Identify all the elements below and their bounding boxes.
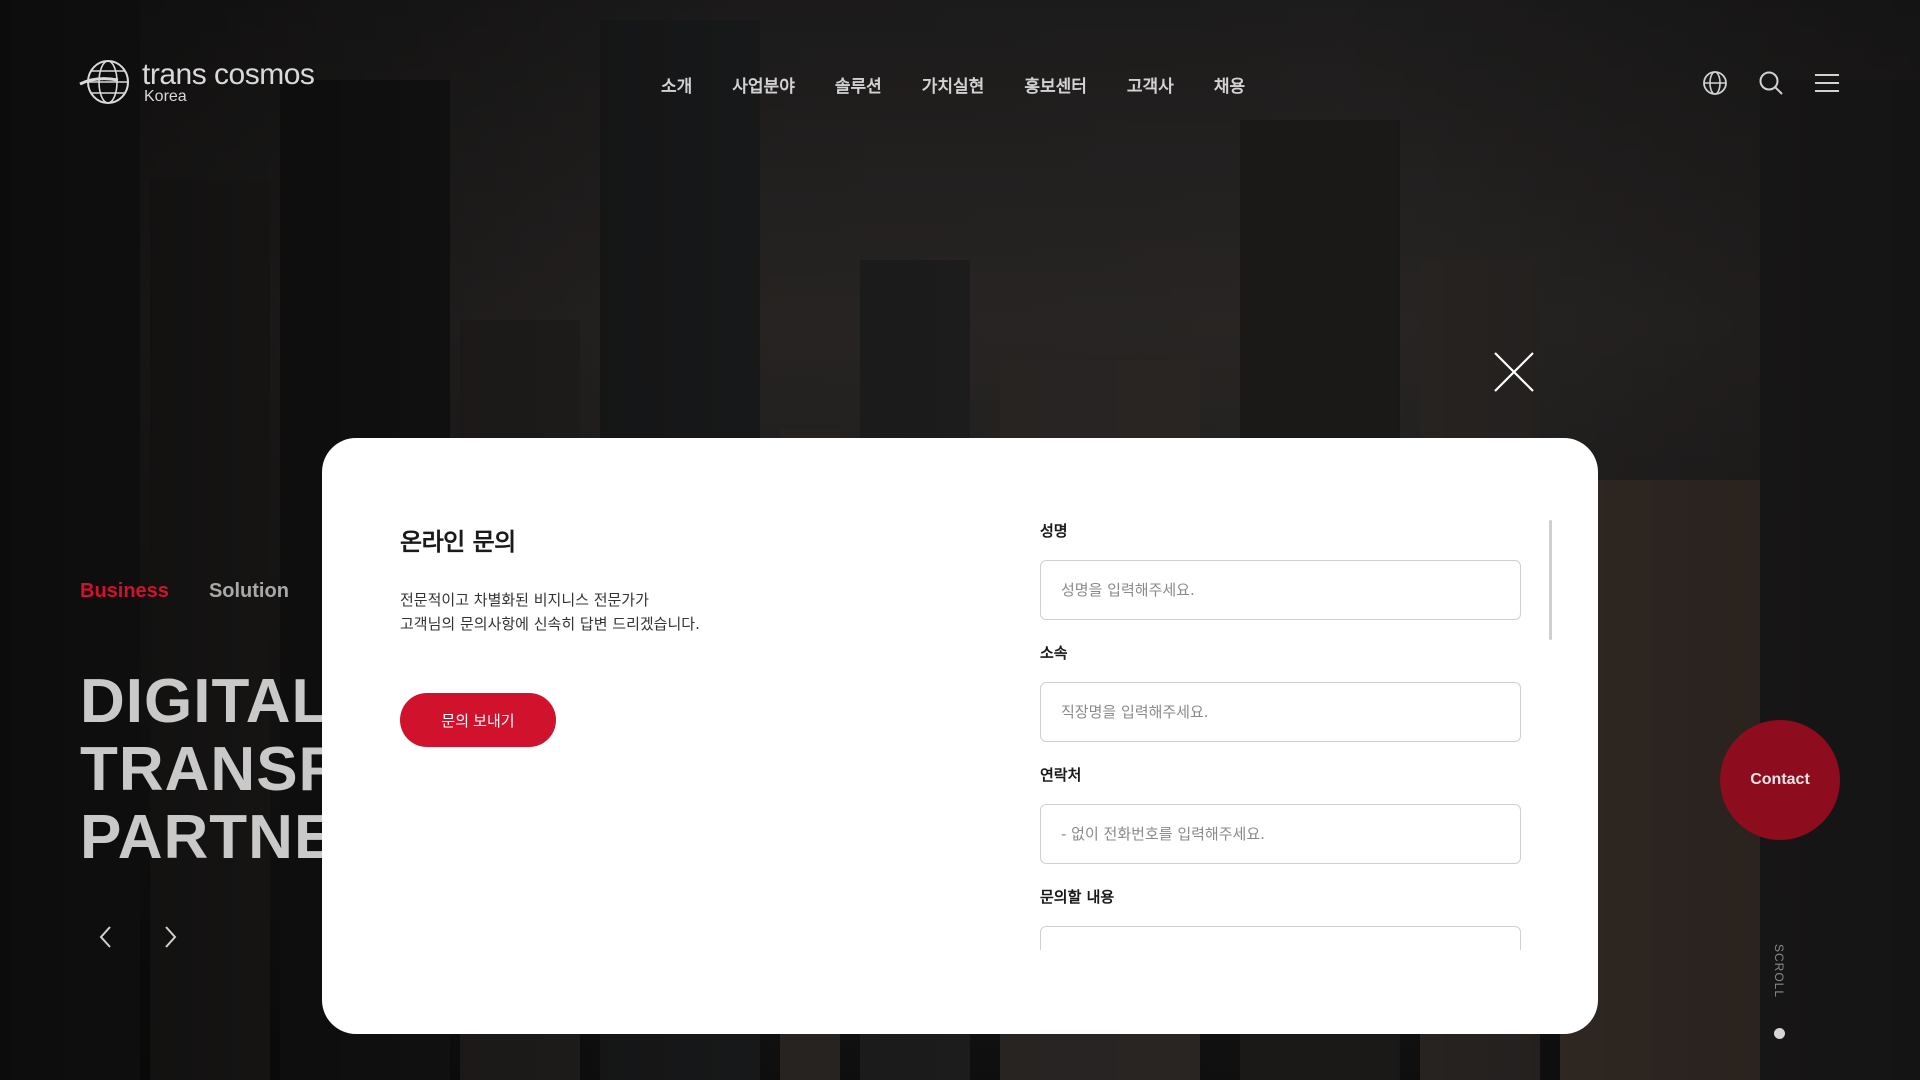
nav-item-solution[interactable]: 솔루션 xyxy=(835,72,882,97)
brand-logo[interactable]: trans cosmos Korea xyxy=(78,57,315,106)
inquiry-content-label: 문의할 내용 xyxy=(1040,888,1115,906)
globe-icon[interactable] xyxy=(1702,70,1728,96)
scroll-indicator-label: SCROLL xyxy=(1772,944,1786,999)
tab-solution[interactable]: Solution xyxy=(209,580,289,603)
hero-title-line: PARTNE xyxy=(80,803,337,872)
nav-item-careers[interactable]: 채용 xyxy=(1214,72,1245,97)
close-icon[interactable] xyxy=(1492,350,1536,394)
logo-wordmark: trans cosmos xyxy=(142,57,315,91)
modal-description-line: 전문적이고 차별화된 비지니스 전문가가 xyxy=(400,591,649,609)
modal-title: 온라인 문의 xyxy=(400,528,516,556)
logo-subtitle: Korea xyxy=(144,87,187,105)
slider-arrows xyxy=(96,924,180,950)
globe-logo-icon xyxy=(79,60,129,104)
hero-tabs: Business Solution xyxy=(80,580,289,603)
search-icon[interactable] xyxy=(1758,70,1784,96)
nav-item-business[interactable]: 사업분야 xyxy=(732,72,795,97)
modal-description: 전문적이고 차별화된 비지니스 전문가가 고객님의 문의사항에 신속히 답변 드… xyxy=(400,588,700,636)
phone-input[interactable] xyxy=(1040,804,1521,864)
organization-label: 소속 xyxy=(1040,644,1068,662)
inquiry-modal: 온라인 문의 전문적이고 차별화된 비지니스 전문가가 고객님의 문의사항에 신… xyxy=(322,438,1598,1034)
nav-item-pr-center[interactable]: 홍보센터 xyxy=(1024,72,1087,97)
header-icons xyxy=(1702,70,1840,96)
hero-title: DIGITAL TRANSF PARTNE xyxy=(80,668,337,872)
modal-description-line: 고객님의 문의사항에 신속히 답변 드리겠습니다. xyxy=(400,615,700,633)
form-scrollbar[interactable] xyxy=(1549,520,1552,640)
main-nav: 소개 사업분야 솔루션 가치실현 홍보센터 고객사 채용 xyxy=(661,72,1285,97)
name-input[interactable] xyxy=(1040,560,1521,620)
organization-input[interactable] xyxy=(1040,682,1521,742)
inquiry-content-textarea[interactable] xyxy=(1040,926,1521,950)
contact-button[interactable]: Contact xyxy=(1720,720,1840,840)
phone-label: 연락처 xyxy=(1040,766,1082,784)
nav-item-clients[interactable]: 고객사 xyxy=(1127,72,1174,97)
name-label: 성명 xyxy=(1040,522,1068,540)
menu-icon[interactable] xyxy=(1814,70,1840,96)
chevron-right-icon[interactable] xyxy=(160,924,180,950)
nav-item-value[interactable]: 가치실현 xyxy=(922,72,985,97)
submit-inquiry-button[interactable]: 문의 보내기 xyxy=(400,693,556,747)
nav-item-about[interactable]: 소개 xyxy=(661,72,692,97)
tab-business[interactable]: Business xyxy=(80,580,169,603)
chevron-left-icon[interactable] xyxy=(96,924,116,950)
inquiry-form: 성명 소속 연락처 문의할 내용 xyxy=(1040,520,1521,950)
hero-title-line: DIGITAL xyxy=(80,667,331,736)
scroll-indicator-dot xyxy=(1774,1028,1785,1039)
hero-title-line: TRANSF xyxy=(80,735,338,804)
